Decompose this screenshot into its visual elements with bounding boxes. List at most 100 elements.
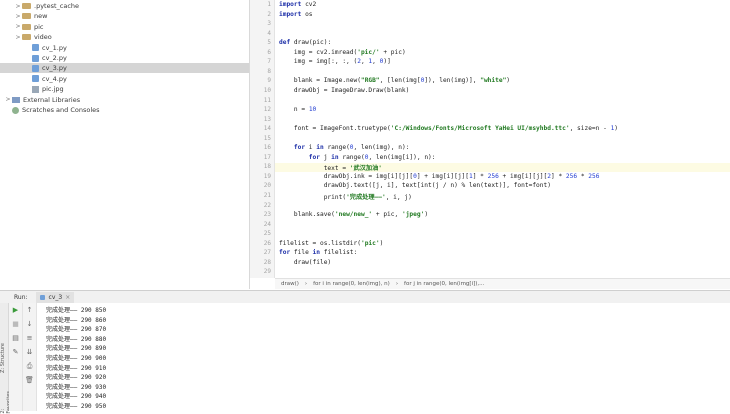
console-output-line: 完成处理—— 290 930 bbox=[46, 383, 107, 391]
console-output-line: 完成处理—— 290 910 bbox=[46, 364, 107, 372]
line-number: 22 bbox=[263, 201, 271, 209]
project-tree-item-label: Scratches and Consoles bbox=[22, 106, 100, 114]
chevron-right-icon[interactable]: > bbox=[14, 34, 22, 41]
python-file-icon bbox=[32, 75, 39, 83]
scroll-to-end-icon[interactable]: ⇊ bbox=[25, 348, 34, 357]
project-tree-item-label: pic bbox=[34, 22, 44, 31]
project-tree-item[interactable]: cv_1.py bbox=[0, 43, 67, 53]
line-number: 7 bbox=[267, 58, 271, 66]
console-output-line: 完成处理—— 290 850 bbox=[46, 307, 107, 314]
project-tree-item[interactable]: > new bbox=[0, 11, 47, 21]
library-icon bbox=[12, 96, 20, 103]
stop-icon[interactable]: ■ bbox=[11, 320, 20, 329]
line-number: 9 bbox=[267, 77, 271, 85]
chevron-right-icon[interactable]: > bbox=[14, 13, 22, 20]
line-number-gutter: 1 2 3 4 5 6 7 8 9 10 11 12 13 14 15 16 17 18 19 20 21 22 23 24 2… bbox=[250, 0, 275, 278]
project-tree-item[interactable]: Scratches and Consoles bbox=[0, 105, 100, 115]
line-number: 19 bbox=[263, 172, 271, 180]
code-line: font = ImageFont.truetype('C:/Windows/Fo… bbox=[279, 125, 619, 133]
line-number: 13 bbox=[263, 115, 271, 123]
project-tree-item[interactable]: > External Libraries bbox=[0, 95, 80, 105]
run-label: Run: bbox=[14, 293, 28, 301]
pin-icon[interactable]: ✎ bbox=[11, 348, 20, 357]
rerun-icon[interactable]: ▶ bbox=[11, 306, 20, 315]
line-number: 15 bbox=[263, 134, 271, 142]
line-number: 10 bbox=[263, 86, 271, 94]
run-config-tab[interactable]: cv_3 × bbox=[35, 291, 75, 303]
python-file-icon bbox=[32, 54, 39, 62]
project-tree-item[interactable]: > .pytest_cache bbox=[0, 1, 79, 11]
line-number: 3 bbox=[267, 20, 271, 28]
folder-icon bbox=[22, 13, 31, 20]
print-icon[interactable]: ⎙ bbox=[25, 362, 34, 371]
code-line: import os bbox=[279, 10, 313, 18]
project-tree-item-label: cv_4.py bbox=[42, 74, 67, 83]
structure-side-tab[interactable]: Z: Structure bbox=[0, 343, 8, 373]
project-tree-item[interactable]: cv_4.py bbox=[0, 74, 67, 84]
python-file-icon bbox=[32, 44, 39, 52]
code-line: print('完成处理——', i, j) bbox=[279, 194, 412, 201]
line-number: 27 bbox=[263, 249, 271, 257]
code-line: def draw(pic): bbox=[279, 39, 332, 47]
project-tree-item[interactable]: > pic bbox=[0, 22, 44, 32]
line-number: 16 bbox=[263, 144, 271, 152]
line-number: 8 bbox=[267, 67, 271, 75]
line-number: 23 bbox=[263, 211, 271, 219]
project-tree-item[interactable]: cv_2.py bbox=[0, 53, 67, 63]
code-line: for i in range(0, len(img), n): bbox=[279, 144, 410, 152]
scratches-icon bbox=[12, 106, 19, 114]
close-icon[interactable]: × bbox=[65, 294, 70, 301]
project-tree-item[interactable]: > video bbox=[0, 32, 52, 42]
chevron-right-icon[interactable]: > bbox=[14, 3, 22, 10]
trash-icon[interactable]: 🗑 bbox=[25, 376, 34, 385]
project-tree-item[interactable]: pic.jpg bbox=[0, 84, 64, 94]
code-editor[interactable]: import cv2 import os def draw(pic): img = … bbox=[275, 0, 730, 278]
console-output-line: 完成处理—— 290 860 bbox=[46, 316, 107, 324]
line-number: 20 bbox=[263, 182, 271, 190]
layout-icon[interactable]: ▤ bbox=[11, 334, 20, 343]
folder-icon bbox=[22, 34, 31, 41]
code-line: drawObj = ImageDraw.Draw(blank) bbox=[279, 86, 410, 94]
line-number: 6 bbox=[267, 48, 271, 56]
breadcrumb-item-function[interactable]: draw() bbox=[281, 281, 299, 287]
run-console-output[interactable]: 完成处理—— 290 850 完成处理—— 290 860 完成处理—— 290 8… bbox=[37, 303, 730, 411]
console-output-line: 完成处理—— 290 950 bbox=[46, 403, 107, 410]
scroll-up-icon[interactable]: ↑ bbox=[25, 306, 34, 315]
line-number: 17 bbox=[263, 153, 271, 161]
project-tree-item[interactable]: cv_3.py bbox=[0, 63, 249, 74]
breadcrumb-item-inner-loop[interactable]: for j in range(0, len(img[i]),... bbox=[404, 281, 484, 287]
line-number: 21 bbox=[263, 192, 271, 199]
project-tree-item-label: pic.jpg bbox=[42, 85, 64, 94]
code-line: text = '武汉加油' bbox=[275, 163, 730, 173]
line-number: 2 bbox=[267, 10, 271, 18]
run-toolbar-secondary: ↑ ↓ ≡ ⇊ ⎙ 🗑 bbox=[23, 303, 37, 411]
image-file-icon bbox=[32, 85, 39, 93]
breadcrumb-separator: › bbox=[395, 281, 399, 287]
code-line: blank.save('new/new_' + pic, 'jpeg') bbox=[279, 211, 429, 219]
chevron-right-icon[interactable]: > bbox=[14, 23, 22, 30]
line-number: 5 bbox=[267, 39, 271, 47]
line-number: 12 bbox=[263, 106, 271, 114]
left-tool-strip: Z: Structure 2: Favorites bbox=[0, 303, 12, 414]
scroll-down-icon[interactable]: ↓ bbox=[25, 320, 34, 329]
python-file-icon bbox=[32, 64, 39, 72]
folder-icon bbox=[22, 3, 31, 9]
run-toolbar-primary: ▶ ■ ▤ ✎ bbox=[9, 303, 23, 411]
soft-wrap-icon[interactable]: ≡ bbox=[25, 334, 34, 343]
line-number: 4 bbox=[267, 29, 271, 37]
console-output-line: 完成处理—— 290 890 bbox=[46, 345, 107, 353]
breadcrumb-item-outer-loop[interactable]: for i in range(0, len(img), n) bbox=[313, 281, 390, 287]
run-tool-window-header: Run: cv_3 × bbox=[0, 290, 730, 304]
project-tree-item-label: cv_3.py bbox=[42, 64, 67, 73]
project-tree-item-label: video bbox=[34, 33, 52, 42]
console-output-line: 完成处理—— 290 920 bbox=[46, 374, 107, 382]
python-file-icon bbox=[39, 294, 45, 300]
favorites-side-tab[interactable]: 2: Favorites bbox=[0, 391, 12, 414]
chevron-right-icon[interactable]: > bbox=[4, 96, 12, 103]
project-tree-item-label: cv_1.py bbox=[42, 43, 67, 52]
line-number: 1 bbox=[267, 1, 271, 8]
project-tree-item-label: External Libraries bbox=[23, 95, 81, 104]
console-output-line: 完成处理—— 290 880 bbox=[46, 335, 107, 343]
code-line: drawObj.ink = img[i][j][0] + img[i][j][1… bbox=[279, 172, 600, 180]
console-output-line: 完成处理—— 290 900 bbox=[46, 355, 107, 362]
